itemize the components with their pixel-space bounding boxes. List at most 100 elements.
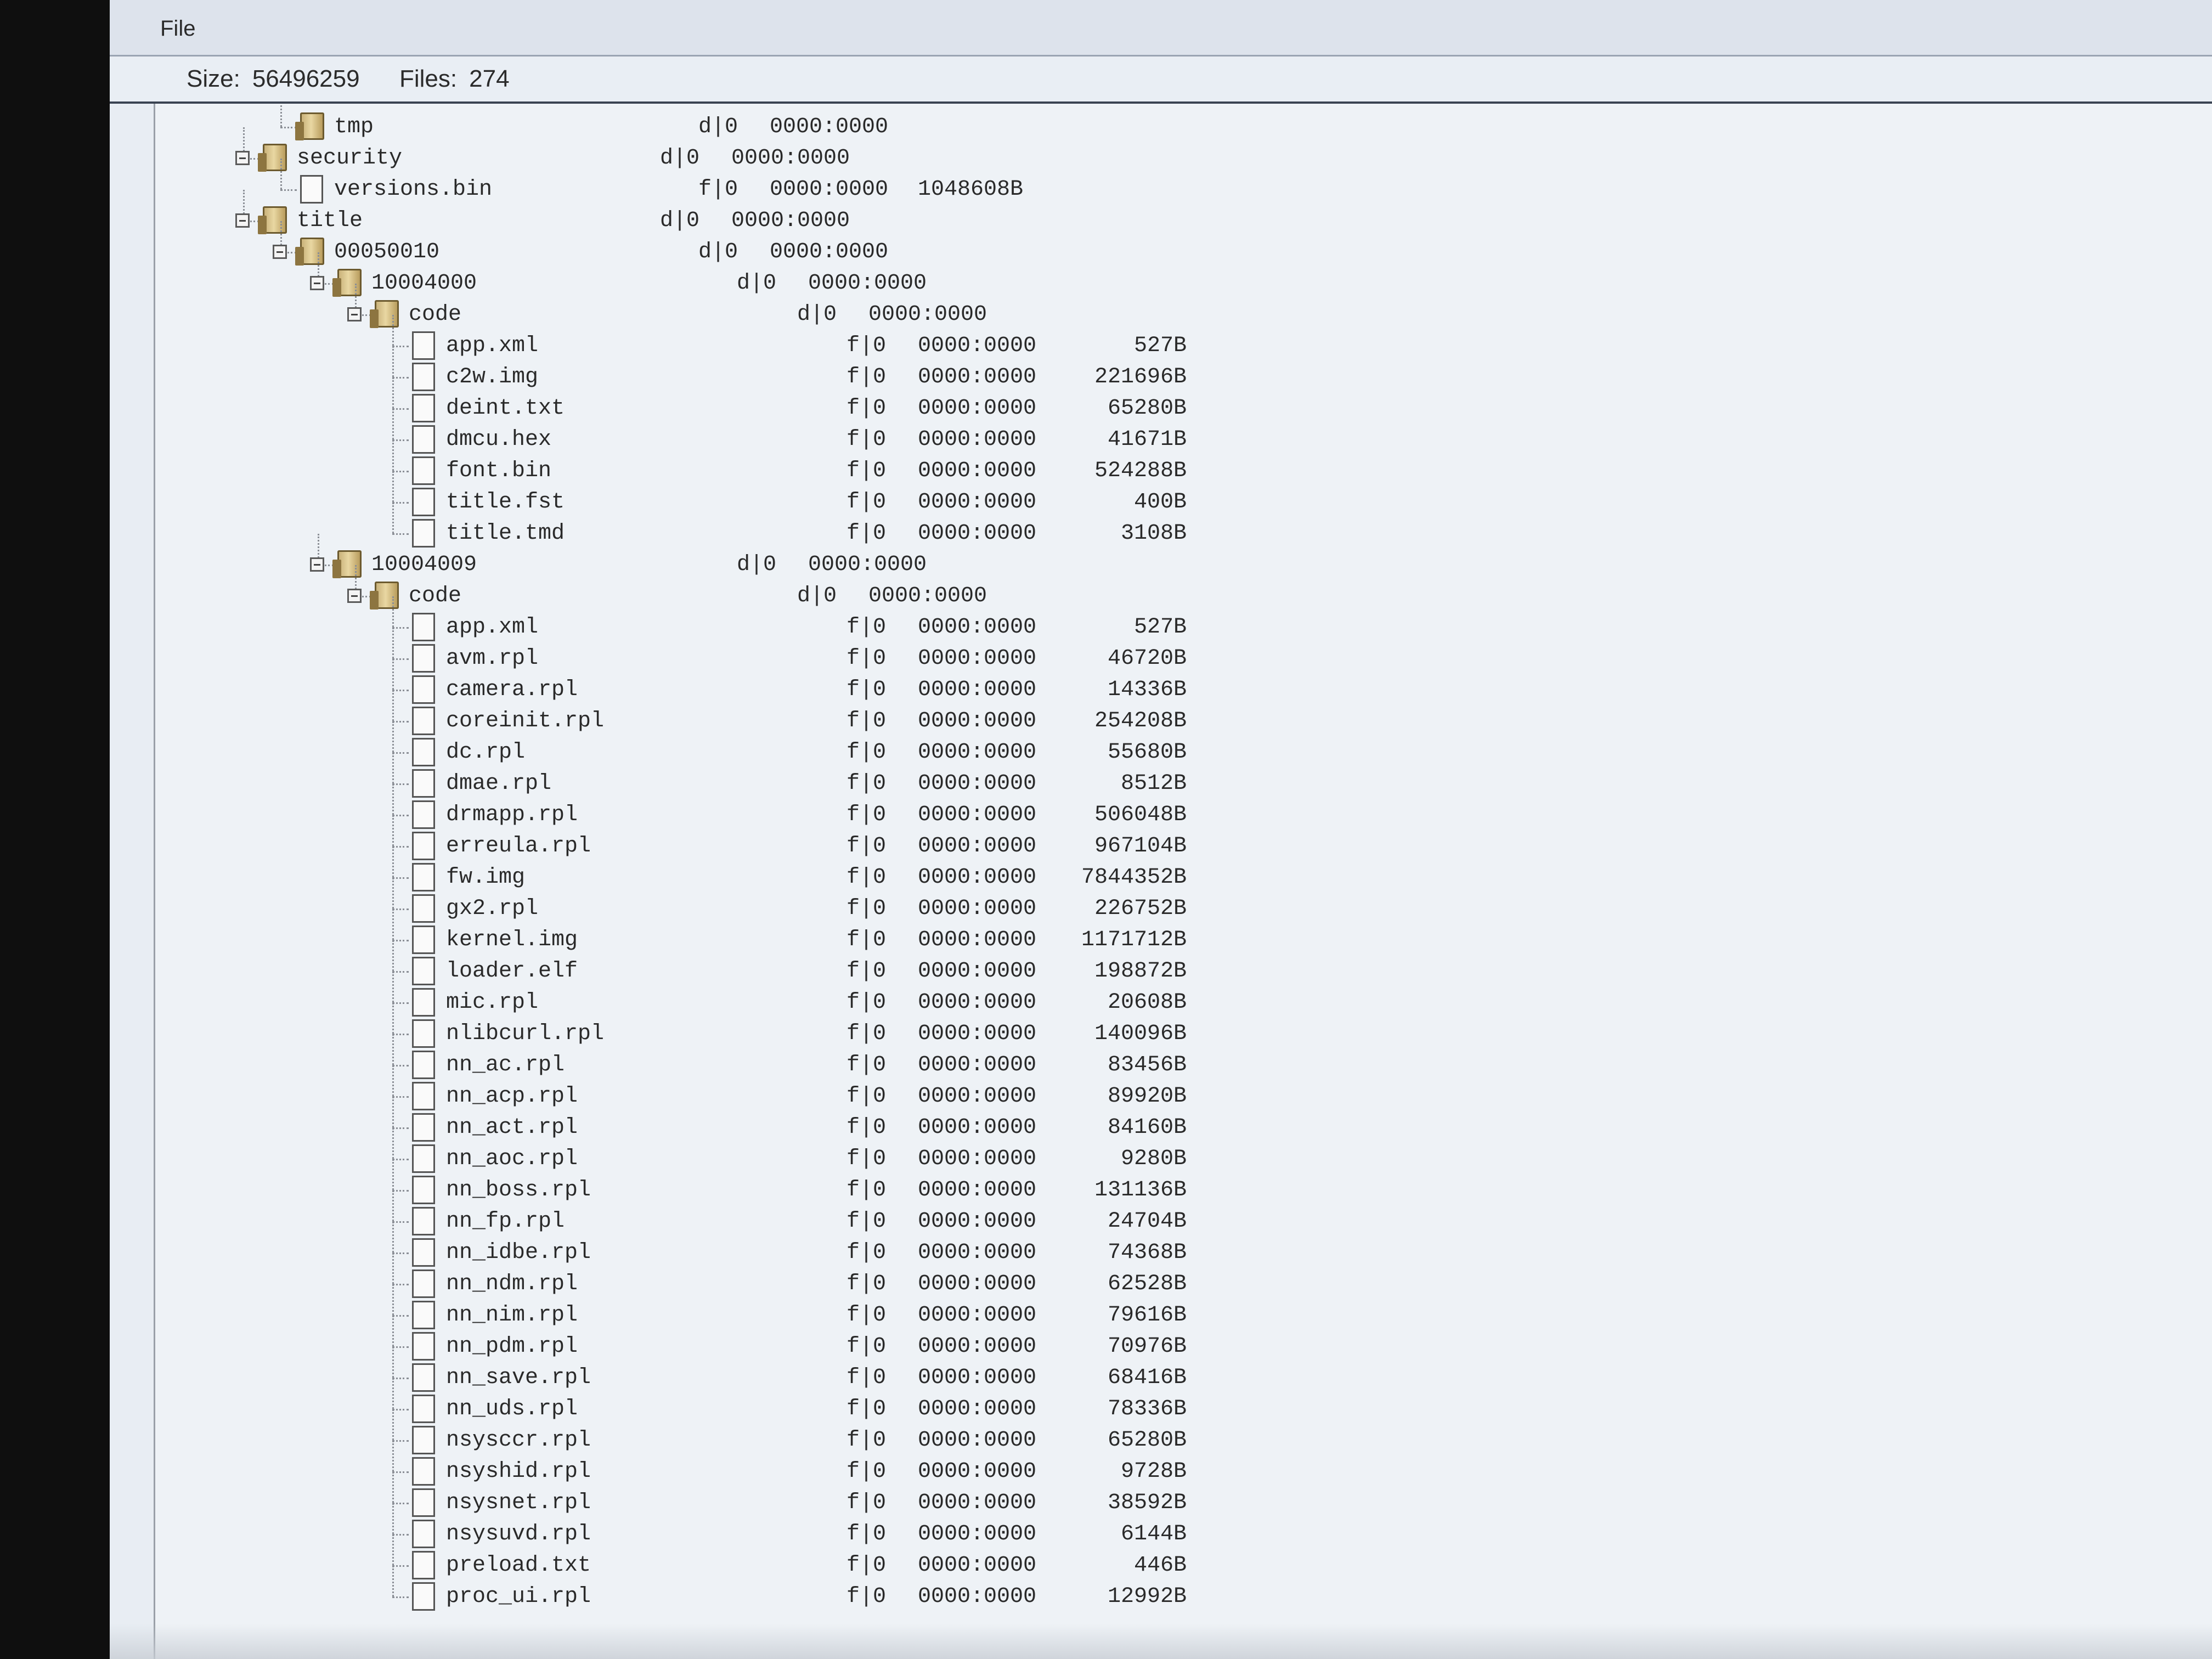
tree-file-row[interactable]: mic.rpl f|0 0000:0000 20608B xyxy=(155,972,1472,1018)
tree-file-row[interactable]: nn_idbe.rpl f|0 0000:0000 74368B xyxy=(155,1222,1472,1268)
entry-name: nsysnet.rpl xyxy=(446,1491,591,1515)
entry-name: erreula.rpl xyxy=(446,834,591,859)
tree-file-row[interactable]: preload.txt f|0 0000:0000 446B xyxy=(155,1534,1472,1581)
tree-file-row[interactable]: nsysnet.rpl f|0 0000:0000 38592B xyxy=(155,1472,1472,1519)
entry-size: 140096B xyxy=(1094,1022,1187,1046)
tree-guide-line xyxy=(392,1159,409,1160)
tree-file-row[interactable]: nn_save.rpl f|0 0000:0000 68416B xyxy=(155,1347,1472,1393)
entry-size: 70976B xyxy=(1107,1334,1187,1359)
menu-file[interactable]: File xyxy=(160,16,195,41)
tree-file-row[interactable]: camera.rpl f|0 0000:0000 14336B xyxy=(155,659,1472,706)
tree-folder-row[interactable]: code d|0 0000:0000 xyxy=(155,565,1472,612)
tree-folder-row[interactable]: 00050010 d|0 0000:0000 xyxy=(155,221,1472,268)
entry-name: nn_ndm.rpl xyxy=(446,1272,578,1296)
tree-file-row[interactable]: nn_ndm.rpl f|0 0000:0000 62528B xyxy=(155,1253,1472,1300)
entry-type: f|0 xyxy=(847,1240,887,1265)
entry-permissions: 0000:0000 xyxy=(918,615,1037,640)
tree-folder-row[interactable]: 10004000 d|0 0000:0000 xyxy=(155,252,1472,299)
tree-folder-row[interactable]: code d|0 0000:0000 xyxy=(155,284,1472,330)
entry-size: 20608B xyxy=(1107,990,1187,1015)
tree-file-row[interactable]: title.tmd f|0 0000:0000 3108B xyxy=(155,503,1472,549)
entry-name: nn_fp.rpl xyxy=(446,1209,565,1234)
entry-size: 1171712B xyxy=(1081,928,1187,952)
tree-guide-line xyxy=(392,1097,394,1127)
collapse-toggle-icon[interactable] xyxy=(310,276,324,290)
file-icon xyxy=(412,1551,435,1579)
tree-file-row[interactable]: deint.txt f|0 0000:0000 65280B xyxy=(155,377,1472,424)
entry-name: dmae.rpl xyxy=(446,771,552,796)
tree-file-row[interactable]: versions.bin f|0 0000:0000 1048608B xyxy=(155,159,1472,205)
tree-guide-line xyxy=(392,847,394,877)
tree-file-row[interactable]: title.fst f|0 0000:0000 400B xyxy=(155,471,1472,518)
tree-file-row[interactable]: nn_boss.rpl f|0 0000:0000 131136B xyxy=(155,1159,1472,1206)
size-info: Size: 56496259 xyxy=(187,65,360,93)
entry-type: f|0 xyxy=(847,896,887,921)
tree-file-row[interactable]: kernel.img f|0 0000:0000 1171712B xyxy=(155,909,1472,956)
entry-name: title.tmd xyxy=(446,521,565,546)
entry-permissions: 0000:0000 xyxy=(918,709,1037,733)
tree-file-row[interactable]: gx2.rpl f|0 0000:0000 226752B xyxy=(155,878,1472,924)
tree-file-row[interactable]: nsysuvd.rpl f|0 0000:0000 6144B xyxy=(155,1503,1472,1550)
tree-guide-line xyxy=(392,909,409,910)
entry-name: c2w.img xyxy=(446,365,539,390)
tree-folder-row[interactable]: title d|0 0000:0000 xyxy=(155,190,1472,236)
tree-file-row[interactable]: drmapp.rpl f|0 0000:0000 506048B xyxy=(155,784,1472,831)
tree-guide-line xyxy=(392,1566,394,1596)
entry-size: 68416B xyxy=(1107,1365,1187,1390)
entry-name: gx2.rpl xyxy=(446,896,539,921)
tree-folder-row[interactable]: security d|0 0000:0000 xyxy=(155,127,1472,174)
folder-icon xyxy=(295,238,324,266)
tree-file-row[interactable]: nsyshid.rpl f|0 0000:0000 9728B xyxy=(155,1441,1472,1487)
tree-file-row[interactable]: app.xml f|0 0000:0000 527B xyxy=(155,596,1472,643)
tree-file-row[interactable]: nn_acp.rpl f|0 0000:0000 89920B xyxy=(155,1065,1472,1112)
entry-size: 9728B xyxy=(1120,1459,1187,1484)
file-tree[interactable]: tmp d|0 0000:0000 security d|0 0000:0000 versi… xyxy=(154,104,2212,1659)
entry-name: title.fst xyxy=(446,490,565,515)
entry-permissions: 0000:0000 xyxy=(918,1209,1037,1234)
tree-file-row[interactable]: app.xml f|0 0000:0000 527B xyxy=(155,315,1472,362)
tree-file-row[interactable]: avm.rpl f|0 0000:0000 46720B xyxy=(155,628,1472,674)
entry-size: 446B xyxy=(1133,1553,1187,1578)
file-icon xyxy=(412,894,435,923)
menu-bar: File xyxy=(110,0,2212,57)
collapse-toggle-icon[interactable] xyxy=(235,213,250,228)
tree-guide-line xyxy=(392,1565,409,1567)
entry-type: f|0 xyxy=(847,928,887,952)
tree-file-row[interactable]: nn_nim.rpl f|0 0000:0000 79616B xyxy=(155,1284,1472,1331)
tree-file-row[interactable]: nn_act.rpl f|0 0000:0000 84160B xyxy=(155,1097,1472,1143)
tree-file-row[interactable]: c2w.img f|0 0000:0000 221696B xyxy=(155,346,1472,393)
tree-folder-row[interactable]: 10004009 d|0 0000:0000 xyxy=(155,534,1472,580)
collapse-toggle-icon[interactable] xyxy=(273,245,287,259)
collapse-toggle-icon[interactable] xyxy=(347,307,362,321)
tree-file-row[interactable]: nn_ac.rpl f|0 0000:0000 83456B xyxy=(155,1034,1472,1081)
tree-folder-row[interactable]: tmp d|0 0000:0000 xyxy=(155,104,1472,143)
tree-file-row[interactable]: dmae.rpl f|0 0000:0000 8512B xyxy=(155,753,1472,799)
collapse-toggle-icon[interactable] xyxy=(235,151,250,165)
tree-file-row[interactable]: proc_ui.rpl f|0 0000:0000 12992B xyxy=(155,1566,1472,1612)
entry-type: d|0 xyxy=(698,115,738,139)
entry-size: 46720B xyxy=(1107,646,1187,671)
tree-file-row[interactable]: nn_uds.rpl f|0 0000:0000 78336B xyxy=(155,1378,1472,1425)
collapse-toggle-icon[interactable] xyxy=(310,557,324,572)
tree-file-row[interactable]: nn_fp.rpl f|0 0000:0000 24704B xyxy=(155,1190,1472,1237)
tree-file-row[interactable]: font.bin f|0 0000:0000 524288B xyxy=(155,440,1472,487)
tree-guide-line xyxy=(392,315,394,346)
entry-permissions: 0000:0000 xyxy=(731,146,850,171)
tree-file-row[interactable]: loader.elf f|0 0000:0000 198872B xyxy=(155,940,1472,987)
tree-guide-line xyxy=(392,1222,394,1252)
tree-file-row[interactable]: nn_pdm.rpl f|0 0000:0000 70976B xyxy=(155,1316,1472,1362)
collapse-toggle-icon[interactable] xyxy=(347,589,362,603)
entry-permissions: 0000:0000 xyxy=(731,208,850,233)
tree-file-row[interactable]: dc.rpl f|0 0000:0000 55680B xyxy=(155,721,1472,768)
entry-permissions: 0000:0000 xyxy=(918,427,1037,452)
tree-file-row[interactable]: coreinit.rpl f|0 0000:0000 254208B xyxy=(155,690,1472,737)
tree-file-row[interactable]: dmcu.hex f|0 0000:0000 41671B xyxy=(155,409,1472,455)
tree-guide-line xyxy=(392,409,394,439)
tree-file-row[interactable]: nsysccr.rpl f|0 0000:0000 65280B xyxy=(155,1409,1472,1456)
tree-file-row[interactable]: fw.img f|0 0000:0000 7844352B xyxy=(155,847,1472,893)
tree-file-row[interactable]: nn_aoc.rpl f|0 0000:0000 9280B xyxy=(155,1128,1472,1175)
tree-guide-line xyxy=(280,159,282,189)
tree-file-row[interactable]: nlibcurl.rpl f|0 0000:0000 140096B xyxy=(155,1003,1472,1049)
entry-name: nn_aoc.rpl xyxy=(446,1147,578,1171)
tree-file-row[interactable]: erreula.rpl f|0 0000:0000 967104B xyxy=(155,815,1472,862)
